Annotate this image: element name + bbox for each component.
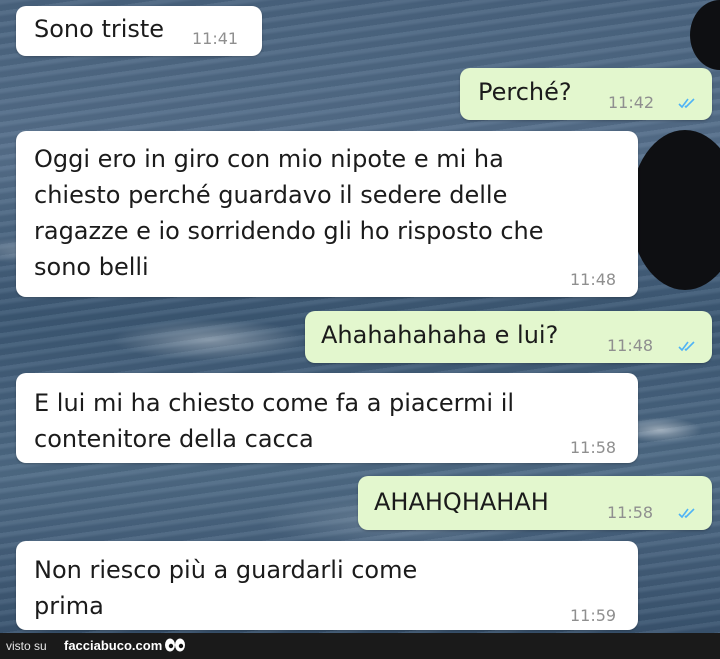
message-text: AHAHQHAHAH bbox=[374, 488, 549, 516]
message-bubble-incoming[interactable]: Oggi ero in giro con mio nipote e mi ha … bbox=[16, 131, 638, 297]
message-time: 11:42 bbox=[608, 93, 655, 112]
footer-site-link[interactable]: facciabuco.com bbox=[64, 638, 162, 653]
message-text: Sono triste bbox=[34, 15, 165, 43]
footer-visto-label: visto su bbox=[6, 639, 47, 653]
redaction-blob bbox=[630, 130, 720, 290]
read-receipt-icon bbox=[678, 508, 695, 519]
message-bubble-outgoing[interactable]: AHAHQHAHAH 11:58 bbox=[358, 476, 712, 530]
message-bubble-outgoing[interactable]: Perché? 11:42 bbox=[460, 68, 712, 120]
message-text: Oggi ero in giro con mio nipote e mi ha … bbox=[34, 145, 544, 281]
message-bubble-outgoing[interactable]: Ahahahahaha e lui? 11:48 bbox=[305, 311, 712, 363]
message-bubble-incoming[interactable]: E lui mi ha chiesto come fa a piacermi i… bbox=[16, 373, 638, 463]
message-time: 11:58 bbox=[570, 438, 617, 457]
message-bubble-incoming[interactable]: Non riesco più a guardarli come prima 11… bbox=[16, 541, 638, 630]
eyes-icon bbox=[165, 638, 185, 652]
message-time: 11:48 bbox=[570, 270, 617, 289]
message-time: 11:48 bbox=[607, 336, 654, 355]
message-text: Ahahahahaha e lui? bbox=[321, 321, 559, 349]
message-text: Perché? bbox=[478, 78, 572, 106]
message-time: 11:58 bbox=[607, 503, 654, 522]
message-time: 11:59 bbox=[570, 606, 617, 625]
message-text: Non riesco più a guardarli come prima bbox=[34, 556, 418, 620]
watermark-footer: visto su facciabuco.com bbox=[0, 633, 720, 659]
message-time: 11:41 bbox=[192, 29, 239, 48]
read-receipt-icon bbox=[678, 98, 695, 109]
read-receipt-icon bbox=[678, 341, 695, 352]
message-text: E lui mi ha chiesto come fa a piacermi i… bbox=[34, 389, 515, 453]
message-bubble-incoming[interactable]: Sono triste 11:41 bbox=[16, 6, 262, 56]
redaction-blob-top bbox=[690, 0, 720, 70]
